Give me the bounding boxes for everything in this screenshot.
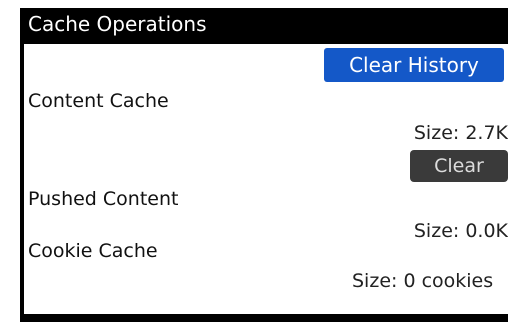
title-bar: Cache Operations: [20, 8, 508, 40]
cookie-cache-size: Size: 0 cookies: [352, 270, 494, 292]
cache-panel: Clear History Content Cache Size: 2.7K C…: [24, 44, 508, 314]
pushed-content-label: Pushed Content: [28, 188, 179, 210]
cookie-cache-label: Cookie Cache: [28, 240, 158, 262]
content-cache-label: Content Cache: [28, 90, 169, 112]
pushed-content-size: Size: 0.0K: [413, 220, 508, 242]
clear-content-cache-button[interactable]: Clear: [410, 150, 508, 182]
content-cache-size: Size: 2.7K: [413, 122, 508, 144]
clear-history-button[interactable]: Clear History: [324, 48, 504, 82]
screen-title: Cache Operations: [28, 12, 207, 36]
cache-operations-screen: Cache Operations Clear History Content C…: [20, 8, 508, 322]
